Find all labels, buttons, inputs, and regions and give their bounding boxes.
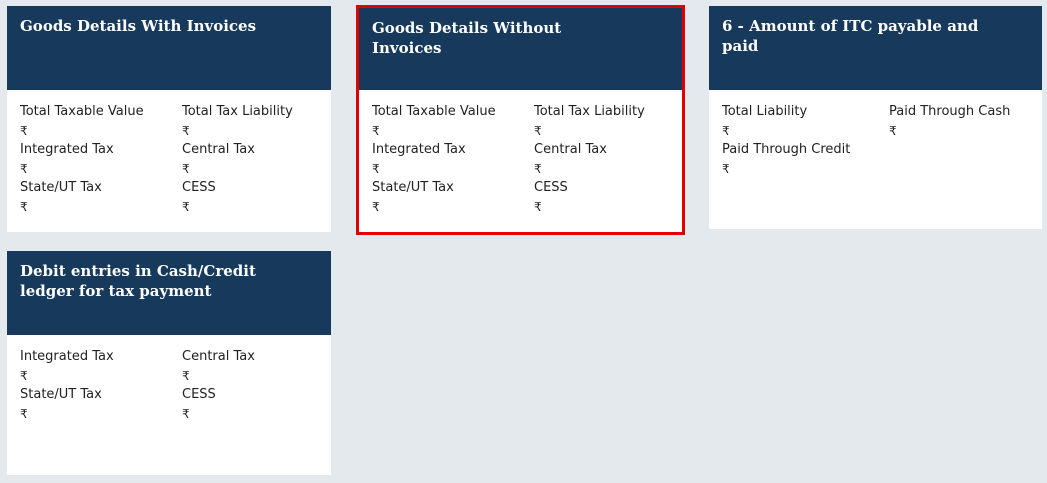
field-total-tax-liability: Total Tax Liability ₹ <box>182 102 318 140</box>
field-value: ₹ <box>182 200 190 214</box>
field-value: ₹ <box>372 124 380 138</box>
field-state-ut-tax: State/UT Tax ₹ <box>20 385 182 423</box>
tile-debit-entries[interactable]: Debit entries in Cash/Credit ledger for … <box>7 251 331 475</box>
field-cess: CESS ₹ <box>182 178 318 216</box>
field-value: ₹ <box>534 124 542 138</box>
field-central-tax: Central Tax ₹ <box>182 347 318 385</box>
field-value: ₹ <box>20 124 28 138</box>
tile-goods-with-invoices[interactable]: Goods Details With Invoices Total Taxabl… <box>7 6 331 232</box>
field-value: ₹ <box>534 200 542 214</box>
field-integrated-tax: Integrated Tax ₹ <box>20 347 182 385</box>
field-value: ₹ <box>20 369 28 383</box>
field-integrated-tax: Integrated Tax ₹ <box>372 140 534 178</box>
field-value: ₹ <box>182 369 190 383</box>
field-value: ₹ <box>372 200 380 214</box>
field-central-tax: Central Tax ₹ <box>534 140 669 178</box>
field-value: ₹ <box>534 162 542 176</box>
field-integrated-tax: Integrated Tax ₹ <box>20 140 182 178</box>
field-total-taxable-value: Total Taxable Value ₹ <box>372 102 534 140</box>
field-total-tax-liability: Total Tax Liability ₹ <box>534 102 669 140</box>
field-value: ₹ <box>182 162 190 176</box>
field-value: ₹ <box>722 162 730 176</box>
field-value: ₹ <box>20 162 28 176</box>
tile-title: Goods Details Without Invoices <box>359 8 682 90</box>
field-paid-through-cash: Paid Through Cash ₹ <box>889 102 1029 140</box>
tile-title: Goods Details With Invoices <box>7 6 331 90</box>
field-value: ₹ <box>182 407 190 421</box>
tile-title: Debit entries in Cash/Credit ledger for … <box>7 251 331 335</box>
field-value: ₹ <box>372 162 380 176</box>
field-value: ₹ <box>889 124 897 138</box>
field-cess: CESS ₹ <box>182 385 318 423</box>
field-state-ut-tax: State/UT Tax ₹ <box>20 178 182 216</box>
tile-title: 6 - Amount of ITC payable and paid <box>709 6 1042 90</box>
tile-goods-without-invoices[interactable]: Goods Details Without Invoices Total Tax… <box>356 5 685 235</box>
field-total-taxable-value: Total Taxable Value ₹ <box>20 102 182 140</box>
field-total-liability: Total Liability ₹ <box>722 102 889 140</box>
field-value: ₹ <box>20 407 28 421</box>
field-paid-through-credit: Paid Through Credit ₹ <box>722 140 889 178</box>
field-cess: CESS ₹ <box>534 178 669 216</box>
field-value: ₹ <box>722 124 730 138</box>
field-state-ut-tax: State/UT Tax ₹ <box>372 178 534 216</box>
field-value: ₹ <box>20 200 28 214</box>
field-value: ₹ <box>182 124 190 138</box>
tile-itc-payable-paid[interactable]: 6 - Amount of ITC payable and paid Total… <box>709 6 1042 229</box>
field-central-tax: Central Tax ₹ <box>182 140 318 178</box>
